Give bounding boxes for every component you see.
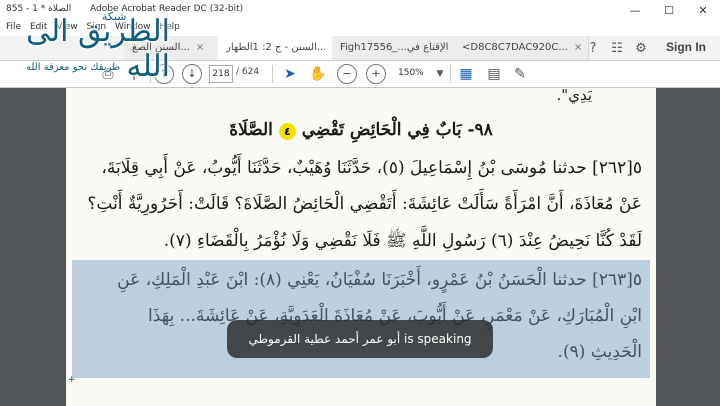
zoom-dropdown-chevron-icon[interactable]: ▼ — [430, 64, 450, 84]
footnote-marker: ٤ — [278, 123, 296, 140]
hadith-line: عَنْ مُعَاذَةَ، أَنَّ امْرَأَةً سَأَلَتْ… — [87, 194, 642, 214]
chapter-heading: ٩٨- بَابٌ فِي الْحَائِضِ تَقْضِي ٤ الصَّ… — [66, 120, 656, 140]
next-page-button[interactable]: ↓ — [182, 64, 202, 84]
tab-iqna[interactable]: Figh17556_...الإقناع في× — [332, 36, 465, 60]
logo-tagline: طريقك نحو معرفة الله — [26, 62, 121, 73]
zoom-in-button[interactable]: + — [366, 64, 386, 84]
select-cursor-icon[interactable]: ➤ — [280, 64, 300, 84]
speaker-caption: أبو عمر أحمد عطية القرموطي is speaking — [227, 320, 493, 358]
page-number-input[interactable]: 218 — [209, 65, 233, 83]
mouse-cursor-icon: + — [68, 375, 76, 385]
tab-sunan-tahara[interactable]: السنن - ج 2: 1الطهار...× — [218, 36, 343, 60]
close-tab-icon[interactable]: × — [574, 42, 582, 53]
pdf-page: يَدِي". ٩٨- بَابٌ فِي الْحَائِضِ تَقْضِي… — [66, 86, 656, 406]
highlighted-line: ٥[٢٦٣] حدثنا الْحَسَنُ بْنُ عَمْرٍو، أَخ… — [117, 270, 642, 290]
hadith-line: ٥[٢٦٢] حدثنا مُوسَى بْنُ إِسْمَاعِيلَ (٥… — [101, 158, 642, 178]
logo-url: WAY2ALLAH.COM — [32, 77, 122, 87]
tab-label: السنن - ج 2: 1الطهار... — [226, 42, 327, 53]
close-window-button[interactable]: ✕ — [686, 0, 720, 22]
close-tab-icon[interactable]: × — [196, 42, 204, 53]
hand-tool-icon[interactable]: ✋ — [308, 64, 328, 84]
text-highlight: ٥[٢٦٣] حدثنا الْحَسَنُ بْنُ عَمْرٍو، أَخ… — [72, 260, 650, 378]
tab-label: <D8C8C7DAC920C... — [462, 42, 568, 53]
page-count: / 624 — [236, 67, 260, 77]
comment-icon[interactable]: ✎ — [510, 64, 530, 84]
channel-logo: شبكة الطريق الى الله طريقك نحو معرفة الل… — [2, 6, 170, 94]
maximize-button[interactable]: ☐ — [652, 0, 686, 22]
speaker-status: is speaking — [404, 332, 472, 346]
minimize-button[interactable]: — — [618, 0, 652, 22]
zoom-out-button[interactable]: − — [337, 64, 357, 84]
tab-label: Figh17556_...الإقناع في — [340, 42, 449, 53]
notifications-icon[interactable]: ☷ — [608, 40, 626, 58]
scroll-mode-icon[interactable]: ▤ — [484, 64, 504, 84]
hadith-line: لَقَدْ كُنَّا نَحِيضُ عِنْدَ (٦) رَسُولِ… — [163, 231, 642, 251]
document-viewport[interactable]: يَدِي". ٩٨- بَابٌ فِي الْحَائِضِ تَقْضِي… — [0, 86, 720, 406]
logo-main-text: الطريق الى الله — [25, 14, 170, 84]
fit-page-icon[interactable]: ▦ — [456, 64, 476, 84]
tab-d8c8[interactable]: <D8C8C7DAC920C... × — [454, 36, 589, 60]
heading-end: الصَّلَاةَ — [229, 120, 273, 140]
heading-text: ٩٨- بَابٌ فِي الْحَائِضِ تَقْضِي — [301, 120, 493, 140]
help-icon[interactable]: ? — [584, 40, 602, 58]
speaker-name: أبو عمر أحمد عطية القرموطي — [248, 332, 401, 346]
sign-in-button[interactable]: Sign In — [666, 40, 706, 54]
bell-icon[interactable]: ⚙ — [632, 40, 650, 58]
